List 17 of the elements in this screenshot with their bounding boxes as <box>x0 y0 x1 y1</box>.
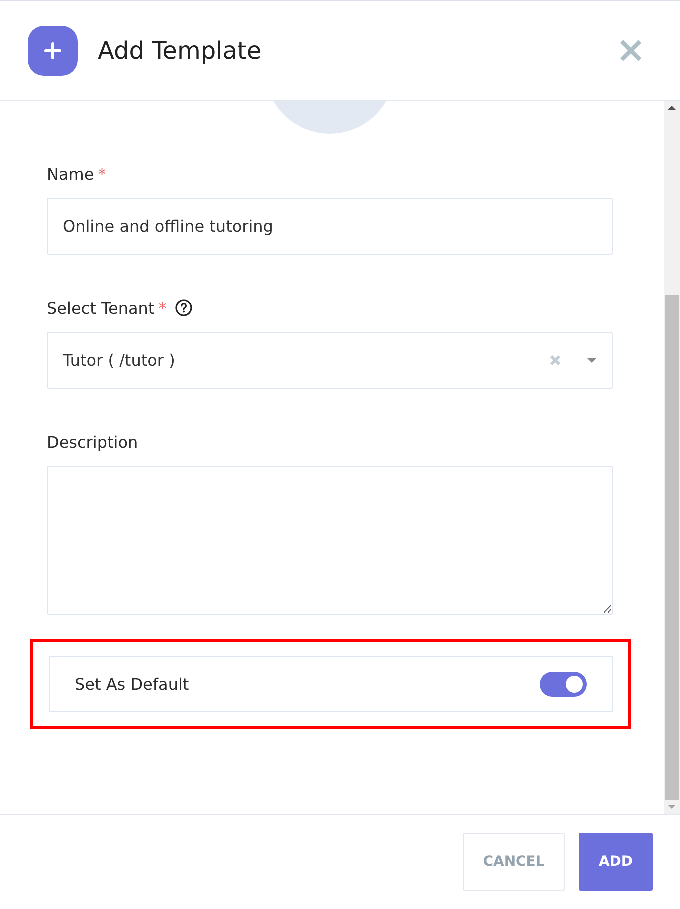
description-field[interactable] <box>47 466 613 615</box>
tenant-select[interactable]: Tutor ( /tutor ) <box>47 332 613 389</box>
dialog-title: Add Template <box>98 36 263 64</box>
required-mark: * <box>98 164 106 184</box>
required-mark: * <box>158 298 167 318</box>
add-button[interactable]: ADD <box>579 833 653 891</box>
cancel-button[interactable]: CANCEL <box>463 833 565 891</box>
scrollbar[interactable] <box>664 101 680 814</box>
help-icon[interactable] <box>174 299 193 317</box>
toggle-label: Set As Default <box>75 674 190 694</box>
name-input[interactable]: Online and offline tutoring <box>47 198 613 255</box>
plus-icon <box>28 26 78 76</box>
toggle-switch[interactable] <box>540 672 587 696</box>
caret-icon[interactable] <box>587 358 597 363</box>
field-label: Select Tenant <box>47 298 155 318</box>
field-label: Name <box>47 164 94 184</box>
field-label: Description <box>47 432 138 452</box>
